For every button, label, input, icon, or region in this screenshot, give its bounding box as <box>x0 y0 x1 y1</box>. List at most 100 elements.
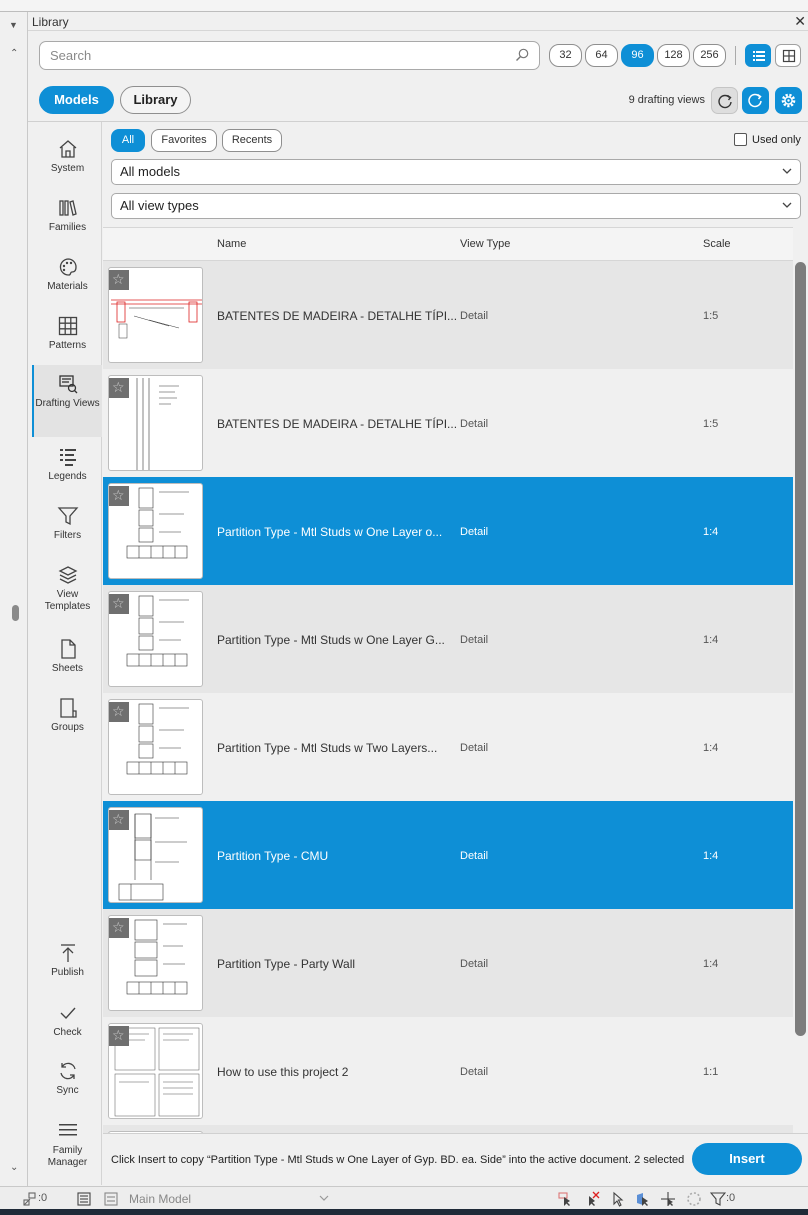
window-titlebar: Library ✕ <box>28 12 808 31</box>
column-header-name[interactable]: Name <box>217 238 246 250</box>
dock-scrollbar-thumb[interactable] <box>12 605 19 621</box>
column-header-scale[interactable]: Scale <box>703 238 731 250</box>
favorite-star-icon[interactable]: ☆ <box>109 1026 129 1046</box>
thumb-size-32-button[interactable]: 32 <box>549 44 582 67</box>
list-scrollbar[interactable] <box>793 227 808 1133</box>
scroll-down-icon[interactable]: ⌄ <box>10 1162 18 1173</box>
select-pinned-icon[interactable] <box>610 1191 626 1207</box>
row-scale: 1:4 <box>703 958 719 970</box>
close-icon[interactable]: ✕ <box>794 13 806 30</box>
row-view-type: Detail <box>460 850 489 862</box>
row-name: Partition Type - Party Wall <box>217 957 356 971</box>
select-by-face-icon[interactable] <box>635 1191 651 1207</box>
model-icon[interactable] <box>103 1191 119 1207</box>
insert-button[interactable]: Insert <box>692 1143 802 1175</box>
row-view-type: Detail <box>460 1066 489 1078</box>
sidebar-item-legends[interactable]: Legends <box>33 446 102 492</box>
sidebar-item-family-manager[interactable]: Family Manager <box>33 1120 102 1170</box>
funnel-icon <box>57 507 78 526</box>
settings-button[interactable] <box>775 87 802 114</box>
sidebar-item-label: Families <box>48 222 87 233</box>
table-row[interactable]: ☆ How to use this project 2 Detail 1:1 <box>103 1017 793 1125</box>
sidebar-item-drafting-views[interactable]: Drafting Views <box>32 365 102 437</box>
thumb-size-128-button[interactable]: 128 <box>657 44 690 67</box>
search-icon[interactable] <box>515 48 529 62</box>
sidebar-item-families[interactable]: Families <box>33 197 102 243</box>
tab-models[interactable]: Models <box>39 86 114 114</box>
thumb-size-96-button[interactable]: 96 <box>621 44 654 67</box>
sidebar-item-filters[interactable]: Filters <box>33 505 102 551</box>
drafting-views-list: ☆ BATENTES DE MADEIRA - DETALHE TÍPI... … <box>103 261 793 1133</box>
sidebar-item-check[interactable]: Check <box>33 1002 102 1048</box>
favorite-star-icon[interactable]: ☆ <box>109 810 129 830</box>
table-row[interactable]: ☆ Partition Type - Mtl Studs w One Layer… <box>103 585 793 693</box>
worksharing-icon[interactable] <box>22 1191 38 1207</box>
table-row[interactable]: ☆ BATENTES DE MADEIRA - DETALHE TÍPI... … <box>103 261 793 369</box>
favorite-star-icon[interactable]: ☆ <box>109 702 129 722</box>
favorite-star-icon[interactable]: ☆ <box>109 378 129 398</box>
sidebar-item-system[interactable]: System <box>33 138 102 184</box>
legend-list-icon <box>59 449 76 466</box>
filter-recents-pill[interactable]: Recents <box>222 129 282 152</box>
favorite-star-icon[interactable]: ☆ <box>109 918 129 938</box>
sidebar-item-materials[interactable]: Materials <box>33 256 102 302</box>
sidebar-item-label: Drafting Views <box>35 398 100 409</box>
row-view-type: Detail <box>460 418 489 430</box>
list-view-button[interactable] <box>745 44 771 67</box>
search-input[interactable] <box>50 48 490 63</box>
design-options-icon[interactable] <box>76 1191 92 1207</box>
filter-count: :0 <box>726 1192 736 1204</box>
favorite-star-icon[interactable]: ☆ <box>109 486 129 506</box>
used-only-toggle[interactable]: Used only <box>734 133 801 146</box>
favorite-star-icon[interactable]: ☆ <box>109 594 129 614</box>
sidebar-item-view-templates[interactable]: View Templates <box>33 564 102 624</box>
sheet-icon <box>60 639 76 659</box>
sync-refresh-button[interactable] <box>742 87 769 114</box>
sidebar-item-label: Groups <box>51 722 84 733</box>
scroll-up-icon[interactable]: ⌃ <box>10 48 18 59</box>
view-types-dropdown[interactable]: All view types <box>111 193 801 219</box>
filter-icon[interactable] <box>710 1191 726 1207</box>
used-only-checkbox[interactable] <box>734 133 747 146</box>
sidebar-item-label: Check <box>53 1027 82 1038</box>
reload-button[interactable] <box>711 87 738 114</box>
sidebar-item-groups[interactable]: Groups <box>33 697 102 743</box>
active-model-name[interactable]: Main Model <box>129 1192 191 1206</box>
thumb-size-256-button[interactable]: 256 <box>693 44 726 67</box>
tab-library[interactable]: Library <box>120 86 191 114</box>
window-title: Library <box>32 15 69 29</box>
column-header-view-type[interactable]: View Type <box>460 238 510 250</box>
table-row[interactable]: ☆ Partition Type - Party Wall Detail 1:4 <box>103 909 793 1017</box>
row-view-type: Detail <box>460 634 489 646</box>
sidebar-item-sheets[interactable]: Sheets <box>33 638 102 684</box>
filter-favorites-pill[interactable]: Favorites <box>151 129 217 152</box>
table-row[interactable]: ☆ Partition Type - Mtl Studs w One Layer… <box>103 477 793 585</box>
filter-all-pill[interactable]: All <box>111 129 145 152</box>
sidebar-item-patterns[interactable]: Patterns <box>33 315 102 361</box>
list-scrollbar-thumb[interactable] <box>795 262 806 1036</box>
palette-icon <box>59 258 77 276</box>
table-row[interactable]: ☆ Partition Type - Mtl Studs w Two Layer… <box>103 693 793 801</box>
background-process-icon[interactable] <box>686 1191 702 1207</box>
models-dropdown[interactable]: All models <box>111 159 801 185</box>
taskbar-edge <box>0 1209 808 1215</box>
chevron-down-icon[interactable] <box>319 1195 329 1202</box>
select-links-icon[interactable] <box>557 1191 573 1207</box>
table-row[interactable]: ☆ BATENTES DE MADEIRA - DETALHE TÍPI... … <box>103 369 793 477</box>
sync-icon <box>59 1062 76 1080</box>
sidebar-item-sync[interactable]: Sync <box>33 1060 102 1106</box>
table-header: Name View Type Scale <box>103 227 793 261</box>
used-only-label: Used only <box>752 134 801 146</box>
sidebar-item-publish[interactable]: Publish <box>33 942 102 988</box>
drag-on-selection-icon[interactable] <box>660 1191 676 1207</box>
thumb-size-64-button[interactable]: 64 <box>585 44 618 67</box>
row-view-type: Detail <box>460 310 489 322</box>
table-row[interactable] <box>103 1125 793 1133</box>
row-scale: 1:5 <box>703 418 719 430</box>
grid-view-button[interactable] <box>775 44 801 67</box>
select-underlay-icon[interactable] <box>584 1191 600 1207</box>
favorite-star-icon[interactable]: ☆ <box>109 270 129 290</box>
search-box[interactable] <box>39 41 540 70</box>
dock-menu-icon[interactable]: ▼ <box>9 20 18 30</box>
table-row[interactable]: ☆ Partition Type - CMU Detail 1:4 <box>103 801 793 909</box>
